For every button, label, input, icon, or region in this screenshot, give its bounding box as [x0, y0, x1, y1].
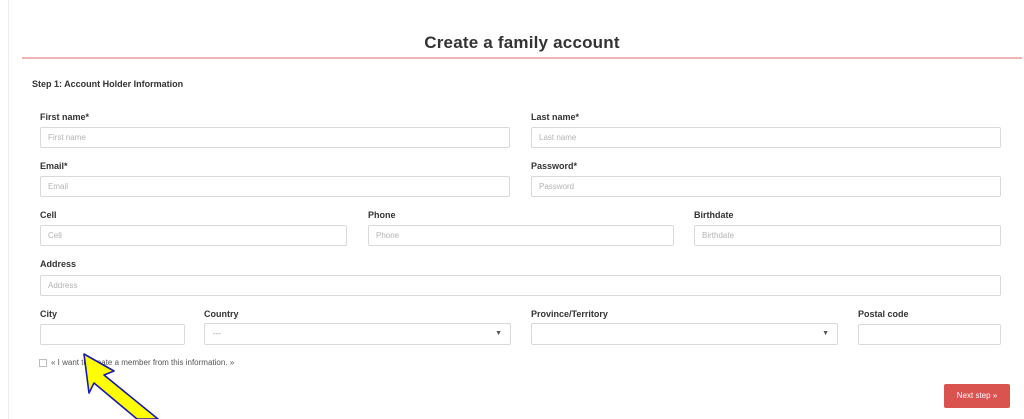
password-label: Password* [531, 161, 578, 171]
first-name-input[interactable] [40, 127, 510, 148]
dropdown-caret-icon: ▼ [495, 330, 502, 337]
arrow-pointer-icon [83, 353, 159, 419]
title-divider [22, 57, 1022, 59]
birthdate-input[interactable] [694, 225, 1001, 246]
email-input[interactable] [40, 176, 510, 197]
address-input[interactable] [40, 275, 1001, 296]
country-label: Country [204, 309, 239, 319]
address-label: Address [40, 259, 77, 269]
postal-code-input[interactable] [858, 324, 1001, 345]
postal-code-label: Postal code [858, 309, 909, 319]
next-step-button[interactable]: Next step » [944, 384, 1010, 408]
page-title: Create a family account [424, 33, 620, 52]
phone-label: Phone [368, 210, 396, 220]
province-select[interactable]: ▼ [531, 323, 838, 345]
first-name-label: First name* [40, 112, 90, 122]
step-title: Step 1: Account Holder Information [32, 79, 184, 89]
last-name-input[interactable] [531, 127, 1001, 148]
city-label: City [40, 309, 58, 319]
dropdown-caret-icon: ▼ [822, 330, 829, 337]
birthdate-label: Birthdate [694, 210, 734, 220]
email-label: Email* [40, 161, 68, 171]
country-selected-value: --- [213, 329, 221, 338]
phone-input[interactable] [368, 225, 674, 246]
province-label: Province/Territory [531, 309, 608, 319]
page-left-border [8, 0, 9, 419]
country-select[interactable]: --- ▼ [204, 323, 511, 345]
city-input[interactable] [40, 324, 185, 345]
last-name-label: Last name* [531, 112, 580, 122]
password-input[interactable] [531, 176, 1001, 197]
cell-label: Cell [40, 210, 57, 220]
create-member-checkbox[interactable] [39, 358, 47, 367]
cell-input[interactable] [40, 225, 347, 246]
